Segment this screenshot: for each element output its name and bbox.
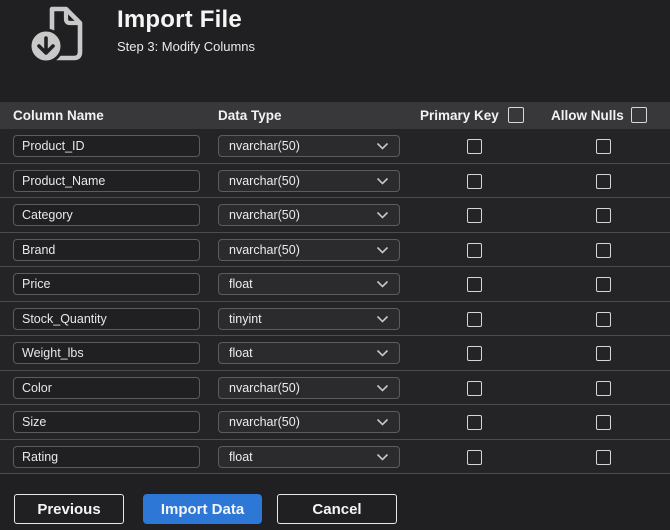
dialog-header: Import File Step 3: Modify Columns (0, 0, 670, 102)
chevron-down-icon (376, 418, 389, 426)
column-name-input[interactable] (13, 169, 200, 192)
data-type-select[interactable]: nvarchar(50) (218, 135, 400, 157)
data-type-select[interactable]: nvarchar(50) (218, 204, 400, 226)
column-header-allow-nulls: Allow Nulls (551, 108, 624, 123)
table-row: nvarchar(50) (0, 370, 670, 405)
table-row: tinyint (0, 301, 670, 336)
data-type-value: tinyint (229, 311, 262, 326)
primary-key-checkbox[interactable] (467, 277, 482, 292)
column-name-input[interactable] (13, 273, 200, 295)
data-type-select[interactable]: nvarchar(50) (218, 238, 400, 261)
data-type-select[interactable]: nvarchar(50) (218, 169, 400, 192)
table-header-bar: Column Name Data Type Primary Key Allow … (0, 102, 670, 129)
page-subtitle: Step 3: Modify Columns (117, 39, 256, 54)
table-row: nvarchar(50) (0, 405, 670, 440)
primary-key-checkbox[interactable] (467, 449, 482, 465)
column-name-input[interactable] (13, 376, 200, 399)
table-row: nvarchar(50) (0, 129, 670, 164)
column-name-input[interactable] (13, 238, 200, 261)
column-name-input[interactable] (13, 307, 200, 330)
chevron-down-icon (376, 315, 389, 323)
data-type-value: float (229, 277, 253, 291)
data-type-select[interactable]: float (218, 273, 400, 295)
column-header-data-type: Data Type (218, 108, 282, 123)
previous-button[interactable]: Previous (14, 494, 124, 524)
chevron-down-icon (376, 453, 389, 461)
import-file-dialog: Import File Step 3: Modify Columns Colum… (0, 0, 670, 530)
data-type-value: nvarchar(50) (229, 208, 300, 222)
data-type-value: nvarchar(50) (229, 173, 300, 188)
table-row: nvarchar(50) (0, 163, 670, 198)
data-type-select[interactable]: nvarchar(50) (218, 376, 400, 399)
primary-key-checkbox[interactable] (467, 311, 482, 327)
allow-nulls-select-all-checkbox[interactable] (631, 107, 647, 123)
data-type-select[interactable]: float (218, 342, 400, 364)
primary-key-select-all-checkbox[interactable] (508, 107, 524, 123)
data-type-value: nvarchar(50) (229, 242, 300, 257)
table-row: nvarchar(50) (0, 198, 670, 233)
primary-key-checkbox[interactable] (467, 208, 482, 223)
allow-nulls-checkbox[interactable] (596, 139, 611, 154)
chevron-down-icon (376, 177, 389, 185)
allow-nulls-checkbox[interactable] (596, 173, 611, 189)
column-name-input[interactable] (13, 445, 200, 468)
data-type-select[interactable]: float (218, 445, 400, 468)
data-type-value: nvarchar(50) (229, 415, 300, 429)
data-type-value: nvarchar(50) (229, 139, 300, 153)
primary-key-checkbox[interactable] (467, 380, 482, 396)
table-row: float (0, 336, 670, 371)
table-row: float (0, 439, 670, 474)
page-title: Import File (117, 6, 242, 33)
cancel-button[interactable]: Cancel (277, 494, 397, 524)
table-row: nvarchar(50) (0, 232, 670, 267)
primary-key-checkbox[interactable] (467, 173, 482, 189)
allow-nulls-checkbox[interactable] (596, 449, 611, 465)
chevron-down-icon (376, 280, 389, 288)
table-row: float (0, 267, 670, 302)
data-type-select[interactable]: nvarchar(50) (218, 411, 400, 433)
data-type-value: nvarchar(50) (229, 380, 300, 395)
data-type-select[interactable]: tinyint (218, 307, 400, 330)
primary-key-checkbox[interactable] (467, 415, 482, 430)
allow-nulls-checkbox[interactable] (596, 415, 611, 430)
chevron-down-icon (376, 349, 389, 357)
column-header-name: Column Name (13, 108, 104, 123)
primary-key-checkbox[interactable] (467, 346, 482, 361)
column-name-input[interactable] (13, 204, 200, 226)
allow-nulls-checkbox[interactable] (596, 311, 611, 327)
primary-key-checkbox[interactable] (467, 242, 482, 258)
import-data-button[interactable]: Import Data (143, 494, 262, 524)
allow-nulls-checkbox[interactable] (596, 346, 611, 361)
chevron-down-icon (376, 246, 389, 254)
chevron-down-icon (376, 384, 389, 392)
table-rows: nvarchar(50) nvarchar(50) (0, 129, 670, 474)
chevron-down-icon (376, 211, 389, 219)
column-name-input[interactable] (13, 342, 200, 364)
allow-nulls-checkbox[interactable] (596, 208, 611, 223)
column-name-input[interactable] (13, 135, 200, 157)
primary-key-checkbox[interactable] (467, 139, 482, 154)
allow-nulls-checkbox[interactable] (596, 242, 611, 258)
chevron-down-icon (376, 142, 389, 150)
column-name-input[interactable] (13, 411, 200, 433)
data-type-value: float (229, 346, 253, 360)
data-type-value: float (229, 449, 253, 464)
dialog-footer: Previous Import Data Cancel (0, 494, 670, 524)
allow-nulls-checkbox[interactable] (596, 277, 611, 292)
allow-nulls-checkbox[interactable] (596, 380, 611, 396)
column-header-primary-key: Primary Key (420, 108, 499, 123)
import-file-icon (28, 6, 83, 64)
